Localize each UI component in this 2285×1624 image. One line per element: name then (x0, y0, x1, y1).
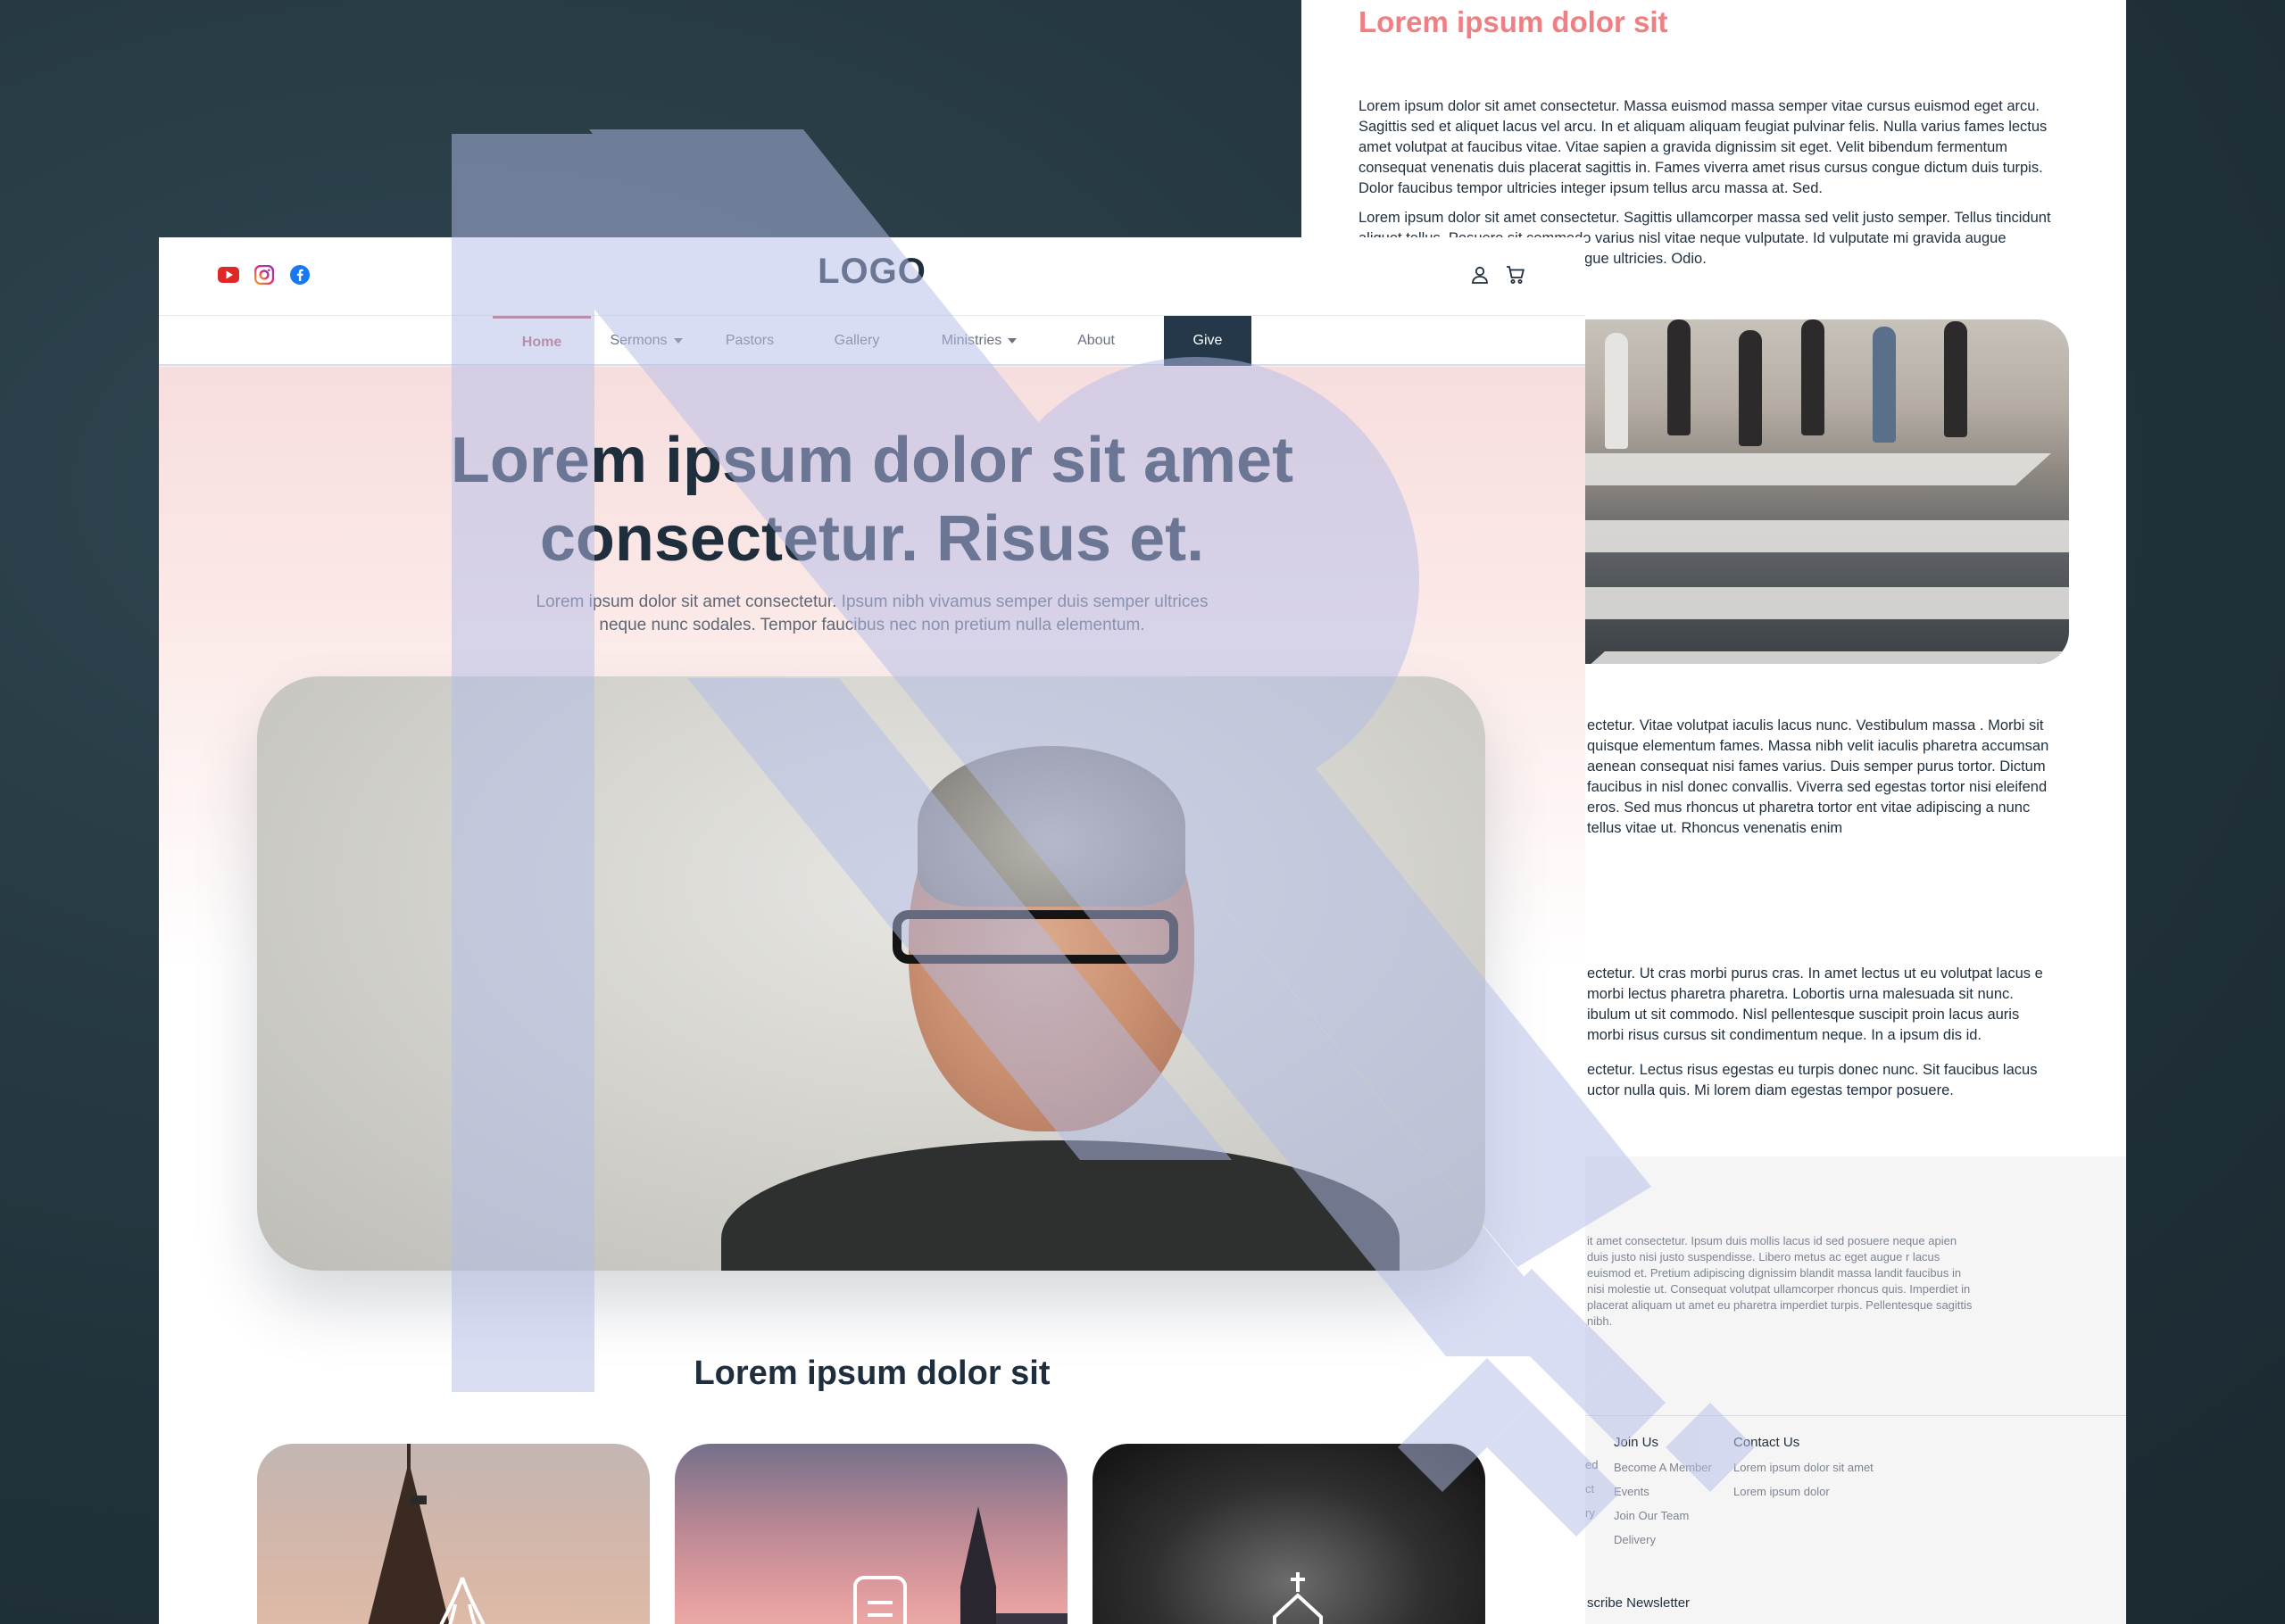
section-title: Lorem ipsum dolor sit (694, 1355, 1051, 1392)
footer-link[interactable]: ed (1585, 1458, 1598, 1471)
back-page-title: Lorem ipsum dolor sit (1359, 5, 1668, 38)
footer-contact-line: Lorem ipsum dolor (1733, 1485, 1830, 1498)
back-paragraph: ectetur. Vitae volutpat iaculis lacus nu… (1587, 717, 2049, 836)
user-icon[interactable] (1469, 264, 1491, 286)
church-icon (1273, 1572, 1323, 1624)
portrait-glasses (893, 910, 1178, 964)
hero-title: Lorem ipsum dolor sit amet consectetur. … (400, 421, 1344, 578)
footer-link[interactable]: ry (1585, 1506, 1598, 1520)
back-paragraph: Lorem ipsum dolor sit amet consectetur. … (1359, 98, 2048, 196)
ministry-card[interactable] (257, 1444, 650, 1624)
nav-home[interactable]: Home (493, 316, 591, 366)
footer-link-delivery[interactable]: Delivery (1614, 1533, 1712, 1546)
back-paragraph: ectetur. Ut cras morbi purus cras. In am… (1587, 965, 2043, 1043)
front-page-preview: LOGO Home Sermons Pastors Gallery Minist… (159, 237, 1585, 1624)
chevron-down-icon (673, 338, 683, 344)
header-bar: LOGO (159, 237, 1585, 316)
nav-gallery[interactable]: Gallery (814, 316, 900, 366)
footer-description: it amet consectetur. Ipsum duis mollis l… (1587, 1234, 1973, 1328)
footer-join-us-heading: Join Us (1614, 1435, 1659, 1450)
cart-icon[interactable] (1505, 264, 1526, 286)
back-paragraph: ectetur. Lectus risus egestas eu turpis … (1587, 1062, 2038, 1098)
praying-hands-icon (439, 1577, 486, 1624)
footer-partial-column: ed ct ry (1585, 1458, 1598, 1530)
footer-link-events[interactable]: Events (1614, 1485, 1712, 1498)
main-nav: Home Sermons Pastors Gallery Ministries … (159, 316, 1585, 366)
chevron-down-icon (1008, 338, 1018, 344)
portrait-shirt (721, 1140, 1400, 1271)
footer-link-become-member[interactable]: Become A Member (1614, 1461, 1712, 1474)
ministry-card[interactable] (1093, 1444, 1485, 1624)
nav-pastors[interactable]: Pastors (707, 316, 793, 366)
footer-contact-line: Lorem ipsum dolor sit amet (1733, 1461, 1874, 1474)
footer-contact-us: Contact Us Lorem ipsum dolor sit amet Lo… (1733, 1435, 1874, 1509)
give-button[interactable]: Give (1164, 316, 1251, 366)
nav-ministries[interactable]: Ministries (923, 316, 1035, 366)
footer-link[interactable]: ct (1585, 1482, 1598, 1496)
hero-title-line: Lorem ipsum dolor sit amet (450, 425, 1294, 496)
footer-link-join-team[interactable]: Join Our Team (1614, 1509, 1712, 1522)
footer-contact-heading: Contact Us (1733, 1435, 1800, 1450)
footer-join-us: Join Us Become A Member Events Join Our … (1614, 1435, 1712, 1557)
site-logo[interactable]: LOGO (159, 252, 1585, 292)
nav-about[interactable]: About (1051, 316, 1141, 366)
nav-sermons[interactable]: Sermons (600, 316, 693, 366)
pastor-portrait-image (257, 676, 1485, 1271)
hero-title-line: consectetur. Risus et. (539, 503, 1205, 575)
newsletter-heading: scribe Newsletter (1587, 1595, 1691, 1611)
ministry-card[interactable] (675, 1444, 1068, 1624)
hero-subtitle: Lorem ipsum dolor sit amet consectetur. … (536, 592, 1209, 634)
bible-icon (853, 1576, 907, 1624)
portrait-hair (918, 746, 1185, 907)
